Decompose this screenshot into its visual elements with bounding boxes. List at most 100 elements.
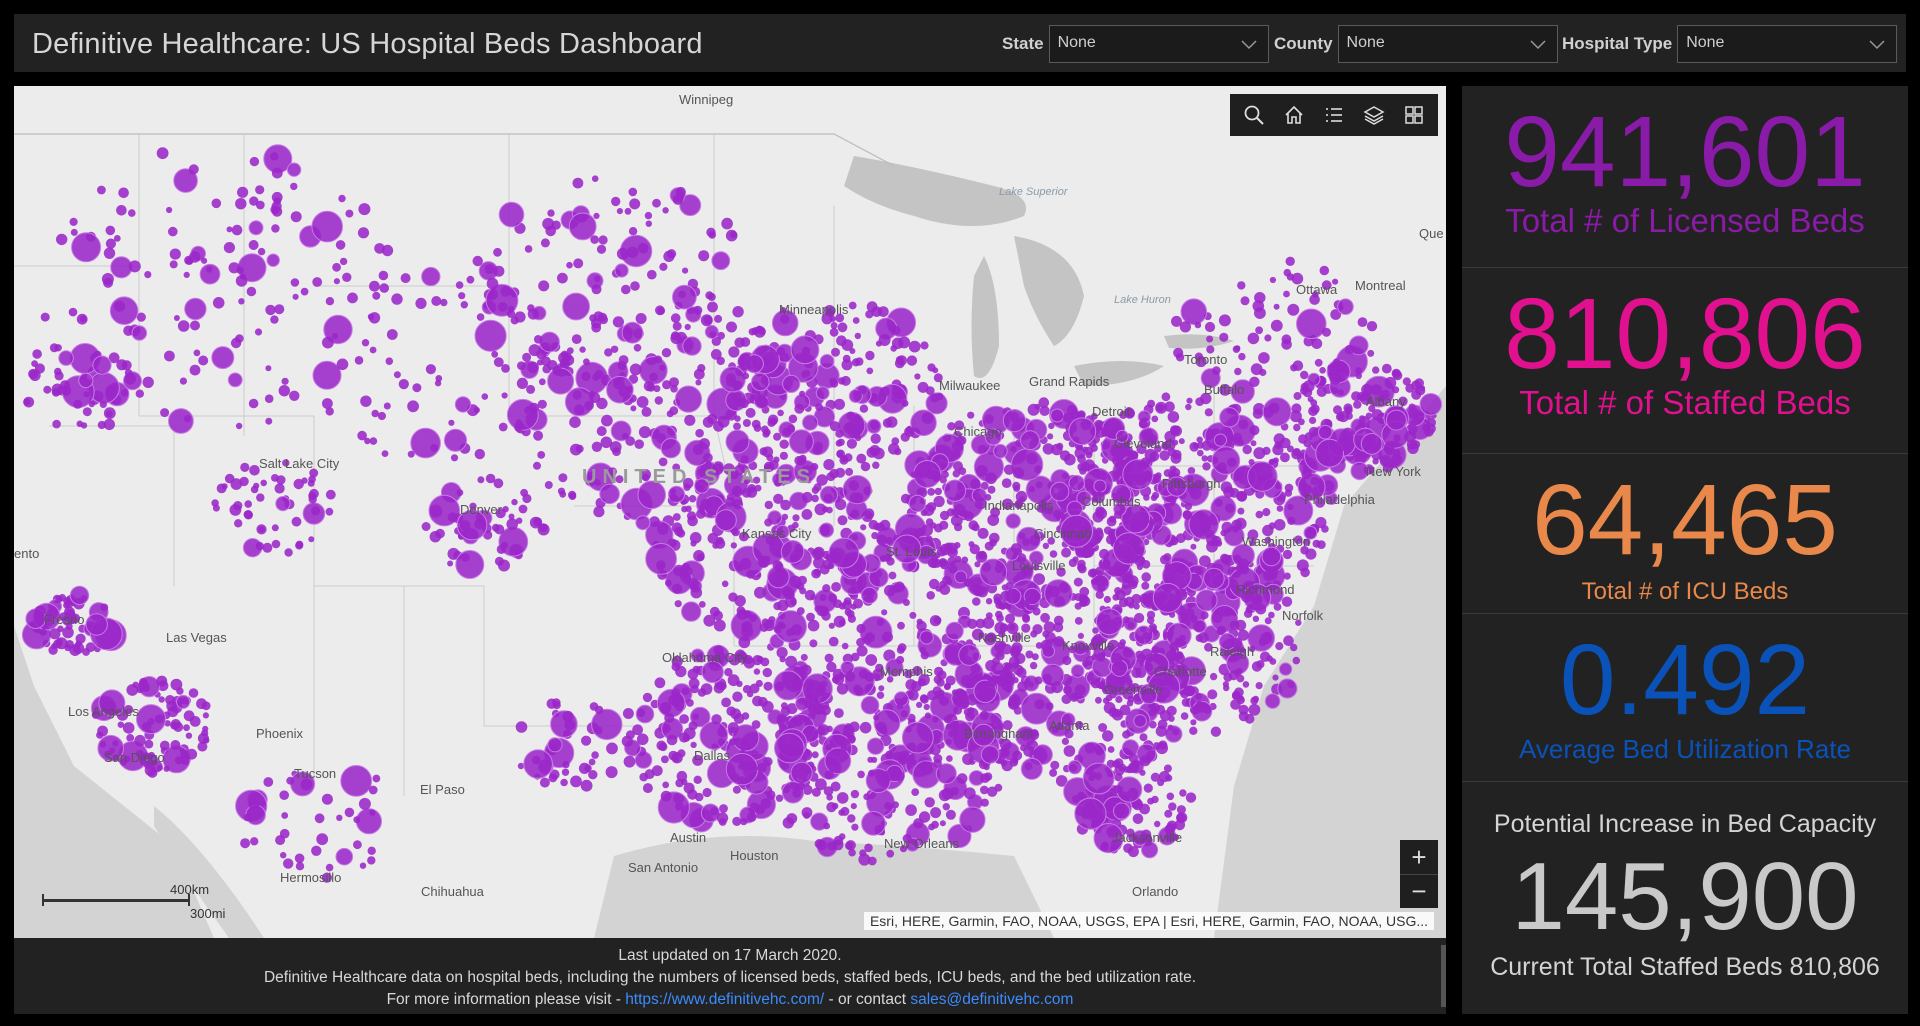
hospital-point[interactable] — [961, 699, 970, 709]
hospital-point[interactable] — [49, 343, 59, 353]
hospital-point[interactable] — [1258, 638, 1267, 646]
hospital-point[interactable] — [533, 461, 541, 470]
hospital-point[interactable] — [56, 233, 68, 246]
hospital-point[interactable] — [818, 522, 835, 538]
hospital-point[interactable] — [271, 191, 283, 203]
hospital-point[interactable] — [1321, 525, 1329, 533]
hospital-point[interactable] — [652, 198, 661, 208]
hospital-point[interactable] — [1180, 298, 1208, 325]
hospital-point[interactable] — [211, 346, 235, 370]
hospital-point[interactable] — [859, 849, 867, 857]
hospital-point[interactable] — [1384, 376, 1397, 389]
hospital-point[interactable] — [816, 605, 828, 617]
hospital-point[interactable] — [1171, 449, 1182, 460]
hospital-point[interactable] — [1345, 412, 1353, 420]
hospital-point[interactable] — [233, 501, 243, 511]
hospital-point[interactable] — [1261, 546, 1282, 567]
hospital-point[interactable] — [142, 376, 154, 388]
hospital-point[interactable] — [884, 584, 896, 597]
hospital-point[interactable] — [709, 606, 720, 617]
hospital-point[interactable] — [782, 374, 801, 393]
hospital-point[interactable] — [888, 443, 900, 455]
hospital-point[interactable] — [934, 487, 942, 496]
hospital-point[interactable] — [1190, 543, 1197, 550]
hospital-point[interactable] — [910, 759, 917, 766]
hospital-point[interactable] — [756, 396, 769, 409]
hospital-point[interactable] — [687, 515, 698, 527]
hospital-point[interactable] — [447, 560, 454, 567]
hospital-point[interactable] — [134, 734, 146, 747]
zoom-in-button[interactable]: + — [1400, 840, 1438, 874]
hospital-point[interactable] — [312, 277, 323, 287]
hospital-point[interactable] — [635, 704, 655, 724]
hospital-point[interactable] — [733, 713, 745, 724]
hospital-point[interactable] — [945, 723, 952, 730]
hospital-point[interactable] — [1048, 422, 1055, 430]
hospital-point[interactable] — [843, 597, 852, 605]
hospital-point[interactable] — [910, 409, 937, 437]
hospital-point[interactable] — [845, 467, 854, 476]
hospital-point[interactable] — [919, 646, 927, 653]
hospital-point[interactable] — [1175, 588, 1188, 601]
hospital-point[interactable] — [1077, 564, 1087, 574]
hospital-point[interactable] — [1250, 363, 1263, 376]
hospital-point[interactable] — [231, 224, 243, 236]
hospital-point[interactable] — [591, 441, 603, 452]
hospital-point[interactable] — [212, 297, 225, 309]
hospital-point[interactable] — [1232, 690, 1241, 700]
hospital-point[interactable] — [103, 247, 116, 259]
hospital-point[interactable] — [674, 600, 682, 608]
hospital-point[interactable] — [941, 471, 949, 478]
hospital-point[interactable] — [935, 392, 944, 401]
hospital-point[interactable] — [533, 335, 543, 344]
hospital-point[interactable] — [1269, 276, 1276, 284]
hospital-point[interactable] — [1001, 478, 1012, 488]
hospital-point[interactable] — [987, 786, 998, 797]
hospital-point[interactable] — [800, 664, 812, 676]
hospital-point[interactable] — [702, 787, 712, 798]
hospital-point[interactable] — [379, 283, 390, 293]
hospital-point[interactable] — [746, 812, 757, 822]
hospital-point[interactable] — [902, 599, 910, 606]
hospital-point[interactable] — [993, 443, 1008, 459]
hospital-point[interactable] — [1049, 550, 1058, 558]
hospital-point[interactable] — [695, 428, 704, 438]
hospital-point[interactable] — [455, 281, 464, 289]
hospital-point[interactable] — [345, 209, 354, 218]
hospital-point[interactable] — [654, 355, 662, 364]
hospital-point[interactable] — [881, 609, 888, 616]
hospital-point[interactable] — [289, 390, 300, 401]
hospital-point[interactable] — [572, 177, 584, 189]
hospital-point[interactable] — [967, 618, 978, 629]
hospital-point[interactable] — [361, 339, 370, 347]
hospital-point[interactable] — [833, 398, 846, 410]
hospital-point[interactable] — [185, 732, 193, 739]
hospital-point[interactable] — [1264, 334, 1272, 342]
hospital-point[interactable] — [271, 474, 279, 482]
hospital-point[interactable] — [953, 697, 963, 707]
hospital-point[interactable] — [455, 550, 485, 579]
hospital-point[interactable] — [1316, 540, 1326, 549]
hospital-point[interactable] — [1290, 643, 1298, 652]
hospital-point[interactable] — [1096, 470, 1108, 482]
hospital-point[interactable] — [816, 839, 827, 851]
hospital-point[interactable] — [477, 476, 485, 484]
hospital-point[interactable] — [79, 315, 87, 323]
hospital-point[interactable] — [1146, 610, 1156, 620]
hospital-point[interactable] — [1127, 787, 1139, 799]
hospital-point[interactable] — [939, 820, 946, 827]
hospital-point[interactable] — [156, 147, 169, 160]
hospital-point[interactable] — [281, 377, 289, 385]
hospital-point[interactable] — [183, 724, 190, 732]
hospital-point[interactable] — [1029, 661, 1038, 670]
hospital-point[interactable] — [358, 797, 371, 810]
hospital-point[interactable] — [244, 500, 252, 508]
hospital-point[interactable] — [1385, 409, 1407, 431]
hospital-point[interactable] — [801, 491, 813, 503]
hospital-point[interactable] — [681, 601, 702, 622]
hospital-point[interactable] — [1196, 436, 1203, 443]
hospital-point[interactable] — [1012, 750, 1023, 761]
hospital-point[interactable] — [344, 807, 355, 818]
hospital-point[interactable] — [1003, 464, 1015, 475]
hospital-point[interactable] — [1367, 349, 1375, 357]
